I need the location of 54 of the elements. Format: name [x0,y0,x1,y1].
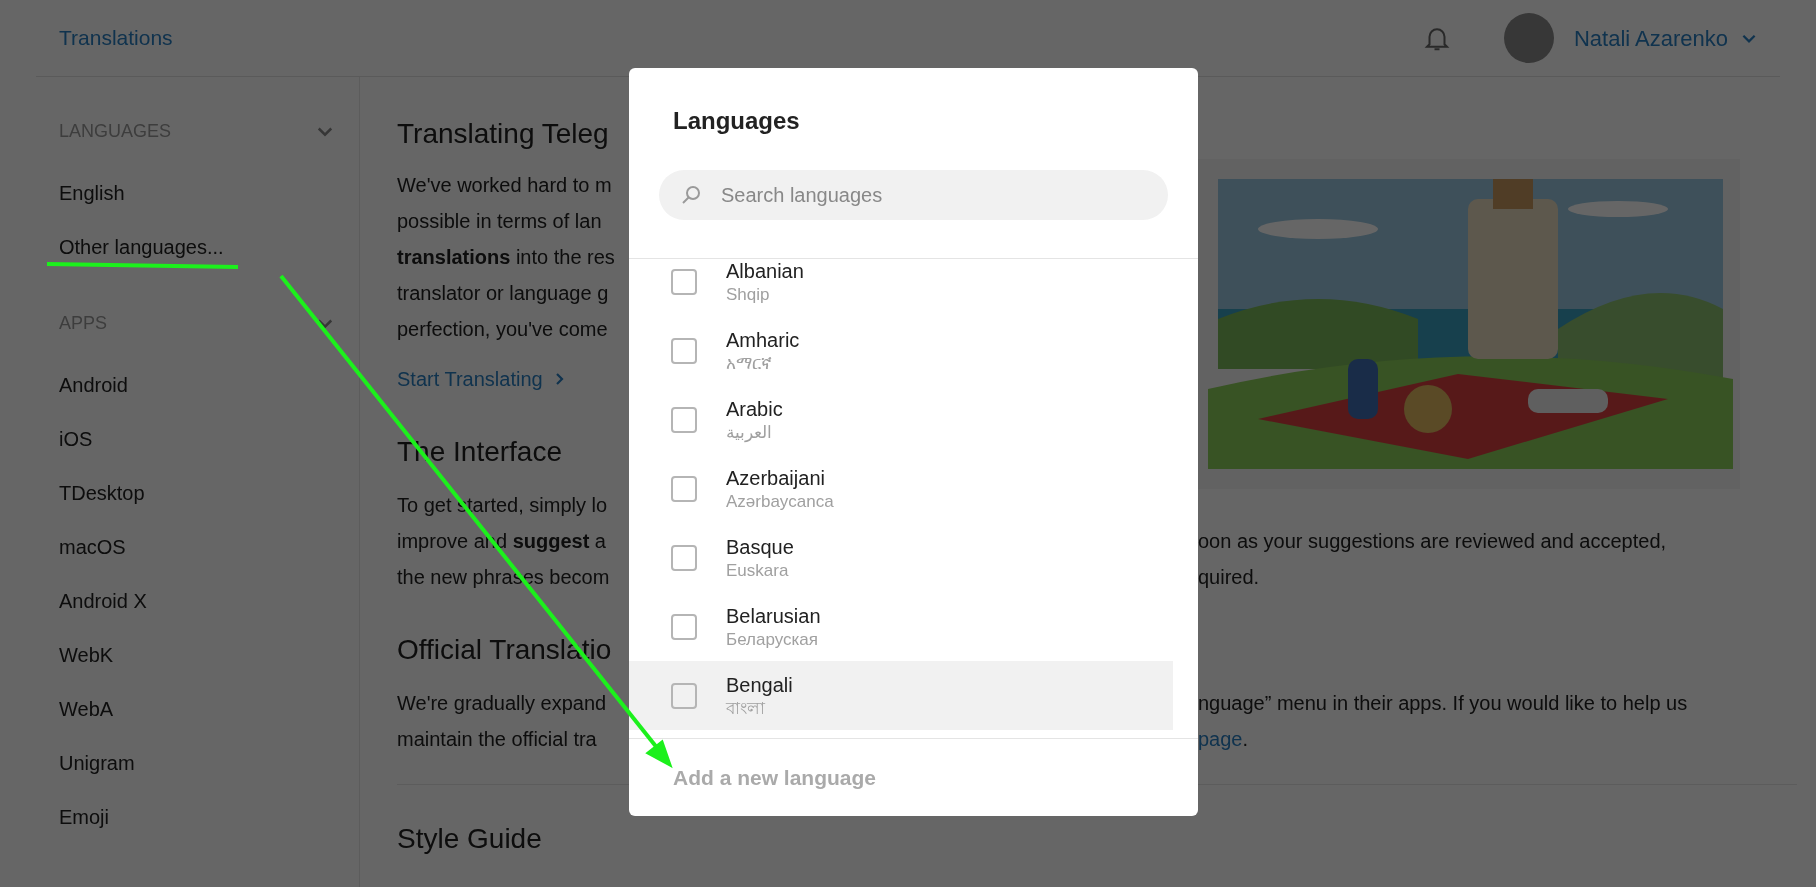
search-field[interactable]: Search languages [659,170,1168,220]
start-translating-link[interactable]: Start Translating [397,361,567,397]
language-native-name: Shqip [726,283,770,306]
language-name: Arabic [726,396,783,422]
sidebar-item[interactable]: Android X [59,583,335,619]
sidebar-item[interactable]: Android [59,367,335,403]
user-name[interactable]: Natali Azarenko [1573,21,1728,55]
paragraph-line: translations into the res [397,245,615,270]
language-name: Amharic [726,327,800,353]
language-row[interactable]: Bengali বাংলা [629,661,1173,730]
sidebar-item[interactable]: Emoji [59,799,335,835]
page-link[interactable]: page [1198,721,1243,757]
sidebar-item[interactable]: English [59,175,335,211]
paragraph-line: possible in terms of lan [397,209,602,234]
paragraph-line: We've worked hard to m [397,173,612,198]
language-name: Azerbaijani [726,465,825,491]
language-native-name: Euskara [726,559,789,582]
checkbox[interactable] [671,406,697,433]
language-native-name: አማርኛ [726,352,772,375]
checkbox[interactable] [671,544,697,571]
add-language-link[interactable]: Add a new language [673,761,877,794]
dialog-title: Languages [673,106,800,136]
language-native-name: العربية [726,421,772,444]
site-title[interactable]: Translations [59,22,173,54]
paragraph-line: We're gradually expand [397,691,607,716]
sidebar-item[interactable]: WebK [59,637,335,673]
sidebar-item[interactable]: TDesktop [59,475,335,511]
checkbox[interactable] [671,613,697,640]
checkbox[interactable] [671,475,697,502]
language-native-name: বাংলা [726,697,765,720]
language-name: Albanian [726,259,804,284]
sidebar-item[interactable]: Other languages... [59,229,335,265]
language-name: Bengali [726,672,793,698]
article-title: Translating Teleg [397,117,609,151]
paragraph-line: . [1242,727,1249,752]
sidebar-item[interactable]: macOS [59,529,335,565]
paragraph-line: nguage” menu in their apps. If you would like to help us [1198,691,1688,716]
checkbox[interactable] [671,337,697,364]
checkbox[interactable] [671,682,697,709]
language-native-name: Беларуская [726,628,818,651]
avatar[interactable] [1503,13,1554,63]
paragraph-line: quired. [1198,565,1260,590]
language-name: Basque [726,534,794,560]
language-native-name: Azərbaycanca [726,490,834,513]
section-heading: Style Guide [397,822,542,856]
paragraph-line: oon as your suggestions are reviewed and accepted, [1198,529,1667,554]
paragraph-line: perfection, you've come [397,317,608,342]
language-name: Belarusian [726,603,821,629]
sidebar-item[interactable]: WebA [59,691,335,727]
paragraph-line: translator or language g [397,281,609,306]
checkbox[interactable] [671,268,697,295]
sidebar-item[interactable]: Unigram [59,745,335,781]
sidebar-item[interactable]: iOS [59,421,335,457]
paragraph-line: maintain the official tra [397,727,597,752]
